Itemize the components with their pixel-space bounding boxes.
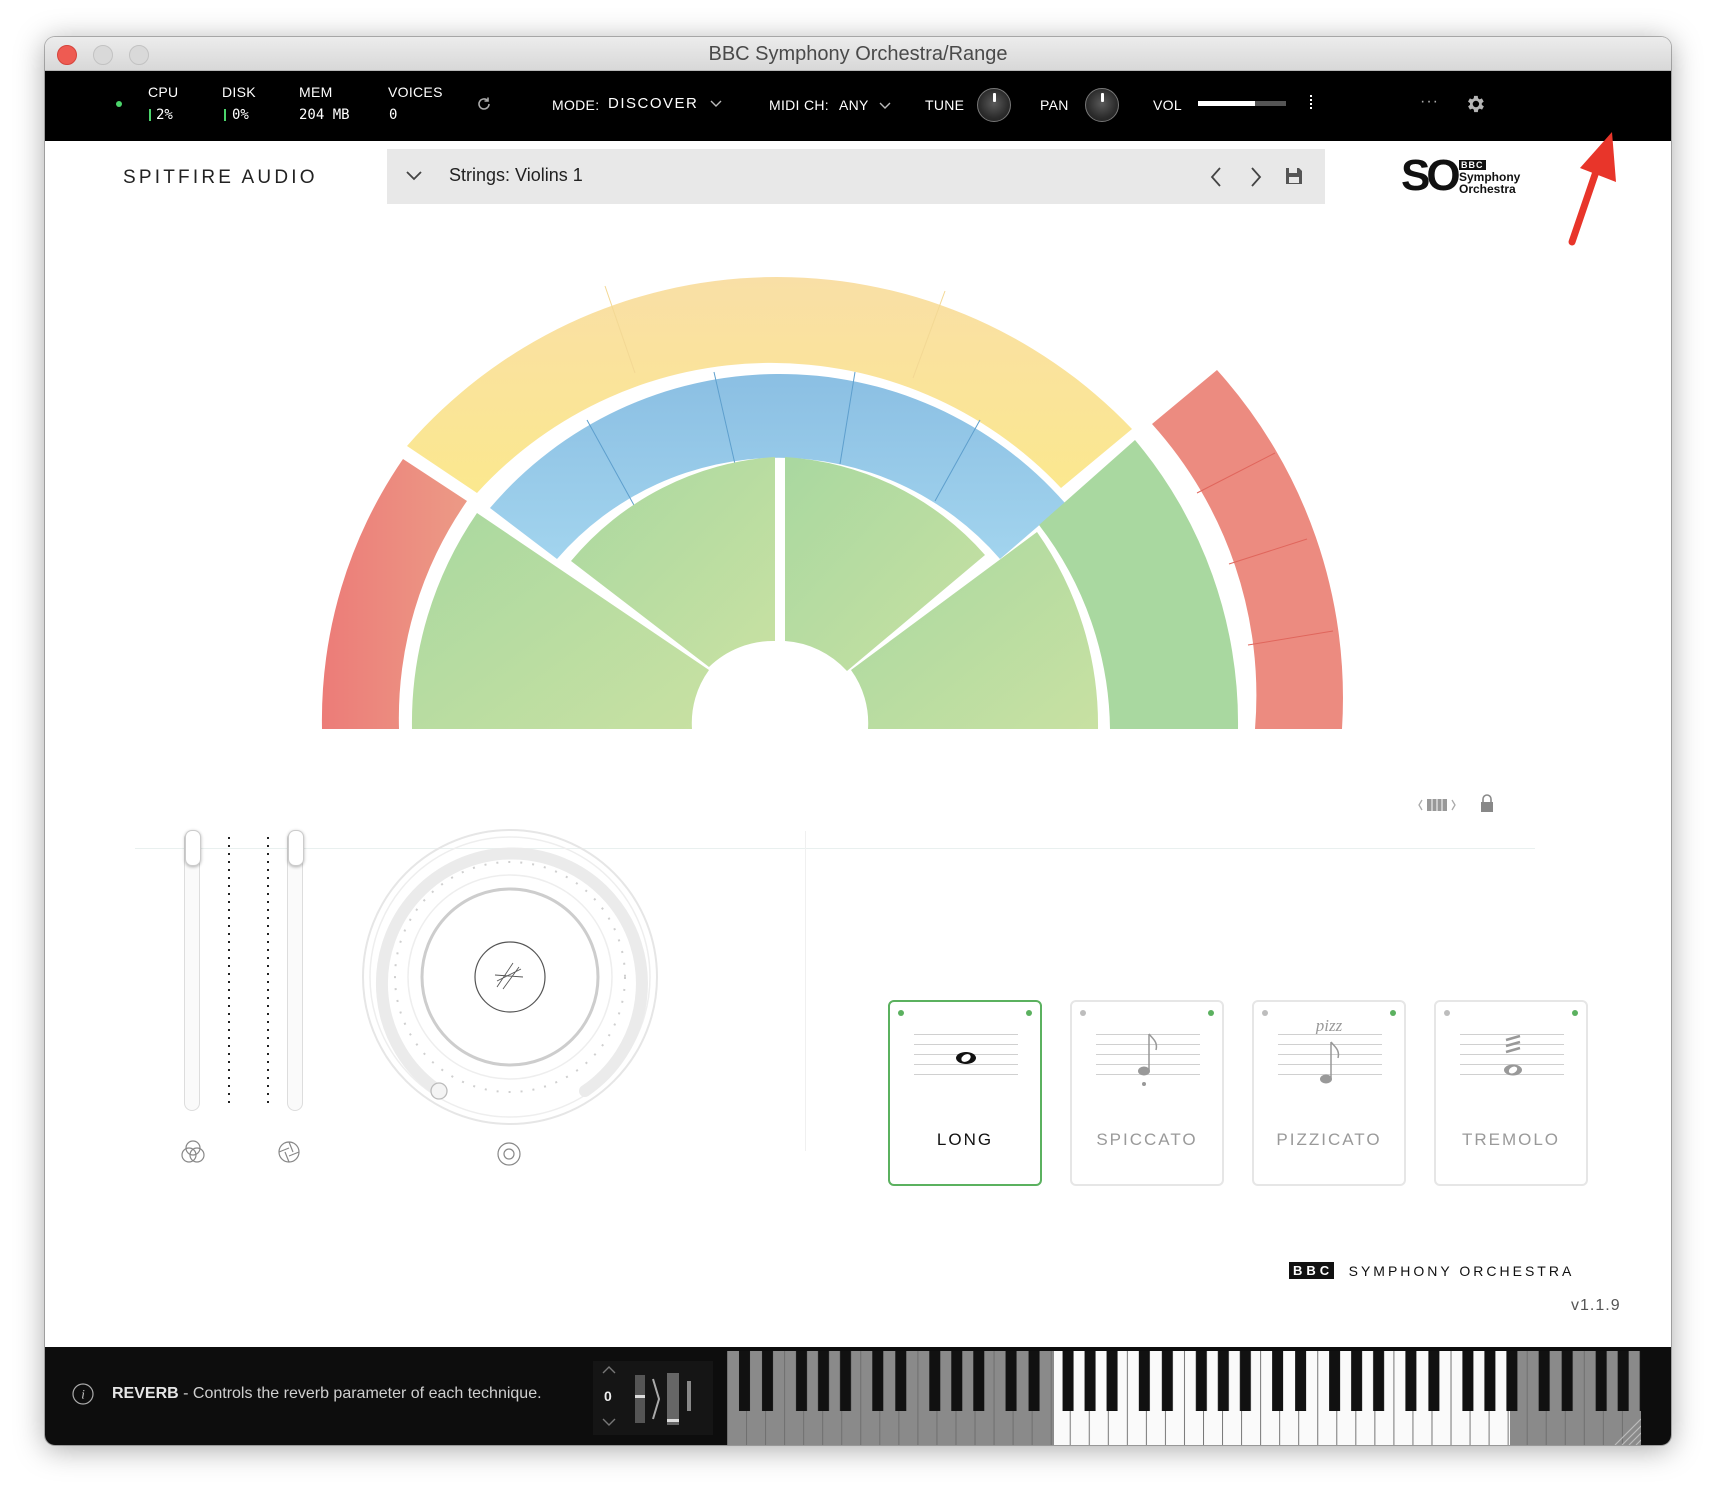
chevron-up-icon[interactable] bbox=[601, 1365, 617, 1375]
more-options-button[interactable]: ··· bbox=[1420, 93, 1439, 111]
transpose-control[interactable]: 0 bbox=[593, 1361, 713, 1435]
expression-fader[interactable] bbox=[184, 830, 201, 1111]
chevron-down-icon bbox=[710, 100, 722, 107]
plugin-window: BBC Symphony Orchestra/Range CPU 2% DISK… bbox=[45, 37, 1671, 1445]
articulation-spiccato[interactable]: SPICCATO bbox=[1070, 1000, 1224, 1186]
controls-divider bbox=[805, 831, 806, 1151]
chevron-down-icon[interactable] bbox=[601, 1417, 617, 1427]
cpu-value: 2% bbox=[156, 107, 173, 123]
version-text: v1.1.9 bbox=[1571, 1297, 1621, 1314]
volume-label: VOL bbox=[1153, 97, 1182, 113]
orchestra-seating-map[interactable] bbox=[45, 141, 1671, 861]
status-message: REVERB - Controls the reverb parameter o… bbox=[112, 1385, 542, 1403]
articulation-tremolo[interactable]: TREMOLO bbox=[1434, 1000, 1588, 1186]
tremolo-note-icon bbox=[1504, 1034, 1522, 1076]
pan-knob[interactable] bbox=[1085, 88, 1119, 122]
cpu-meter bbox=[149, 109, 151, 121]
fader-scale-left bbox=[228, 837, 230, 1109]
refresh-icon[interactable] bbox=[475, 95, 493, 113]
disk-meter bbox=[224, 109, 226, 121]
annotation-arrow bbox=[1568, 132, 1616, 246]
mix-circles-icon bbox=[181, 1140, 205, 1163]
articulation-long[interactable]: LONG bbox=[888, 1000, 1042, 1186]
pan-label: PAN bbox=[1040, 97, 1069, 113]
status-dot bbox=[898, 1010, 904, 1016]
chevron-down-icon bbox=[879, 102, 891, 109]
settings-gear-icon[interactable] bbox=[1464, 93, 1486, 115]
mode-dropdown[interactable]: DISCOVER bbox=[608, 91, 726, 121]
pizz-marking: pizz bbox=[1315, 1016, 1343, 1035]
top-toolbar: CPU 2% DISK 0% MEM 204 MB VOICES 0 MODE:… bbox=[45, 71, 1671, 141]
info-icon: i bbox=[72, 1383, 94, 1405]
status-dot bbox=[1026, 1010, 1032, 1016]
volume-slider[interactable] bbox=[1198, 101, 1286, 106]
mode-label: MODE: bbox=[552, 97, 600, 113]
status-title: REVERB bbox=[112, 1385, 179, 1402]
articulation-pizzicato[interactable]: pizz PIZZICATO bbox=[1252, 1000, 1406, 1186]
transpose-value: 0 bbox=[604, 1388, 612, 1404]
lock-icon[interactable] bbox=[1479, 793, 1495, 813]
articulation-label: PIZZICATO bbox=[1276, 1130, 1382, 1149]
disk-value: 0% bbox=[232, 107, 249, 123]
dynamics-fader[interactable] bbox=[287, 830, 304, 1111]
articulation-label: SPICCATO bbox=[1096, 1130, 1198, 1149]
fader-handle[interactable] bbox=[185, 830, 201, 866]
voices-value: 0 bbox=[389, 107, 398, 123]
plugin-main-panel: SPITFIRE AUDIO Strings: Violins 1 SO BBC… bbox=[45, 141, 1671, 1383]
bbc-symphony-brand: BBC SYMPHONY ORCHESTRA bbox=[1289, 1262, 1574, 1282]
fader-scale-right bbox=[267, 837, 269, 1109]
window-title: BBC Symphony Orchestra/Range bbox=[708, 43, 1008, 65]
fader-handle[interactable] bbox=[288, 830, 304, 866]
eighth-note-icon bbox=[1320, 1041, 1340, 1084]
disk-label: DISK bbox=[222, 84, 256, 100]
voices-label: VOICES bbox=[388, 84, 443, 100]
status-dot bbox=[1208, 1010, 1214, 1016]
articulation-label: LONG bbox=[936, 1130, 994, 1149]
midi-channel-value: ANY bbox=[839, 97, 869, 113]
tune-label: TUNE bbox=[925, 97, 965, 113]
midi-channel-label: MIDI CH: bbox=[769, 97, 829, 113]
mem-label: MEM bbox=[299, 84, 333, 100]
status-dot bbox=[1572, 1010, 1578, 1016]
bbc-symphony-text: SYMPHONY ORCHESTRA bbox=[1348, 1262, 1575, 1279]
status-indicator-icon bbox=[116, 101, 122, 107]
title-bar: BBC Symphony Orchestra/Range bbox=[45, 37, 1671, 71]
status-dot bbox=[1080, 1010, 1086, 1016]
status-text: - Controls the reverb parameter of each … bbox=[178, 1385, 542, 1402]
reverb-knob[interactable] bbox=[345, 827, 675, 1127]
mem-value: 204 MB bbox=[299, 107, 350, 123]
staccato-note-icon bbox=[1138, 1033, 1158, 1086]
status-dot bbox=[1444, 1010, 1450, 1016]
keyboard-range-icon[interactable] bbox=[1417, 795, 1457, 815]
tune-knob[interactable] bbox=[977, 88, 1011, 122]
whole-note-icon bbox=[956, 1052, 976, 1064]
cpu-label: CPU bbox=[148, 84, 179, 100]
target-icon bbox=[497, 1142, 521, 1166]
piano-keyboard[interactable] bbox=[727, 1351, 1641, 1445]
articulation-label: TREMOLO bbox=[1461, 1130, 1561, 1149]
svg-text:i: i bbox=[81, 1387, 85, 1402]
pitch-mod-wheels-icon[interactable] bbox=[633, 1369, 703, 1429]
footer-bar: i REVERB - Controls the reverb parameter… bbox=[45, 1347, 1671, 1445]
volume-meter bbox=[1310, 95, 1312, 109]
midi-channel-dropdown[interactable]: ANY bbox=[839, 91, 899, 121]
aperture-icon bbox=[278, 1141, 300, 1163]
bbc-blocks-logo: BBC bbox=[1289, 1262, 1335, 1280]
volume-slider-fill bbox=[1198, 101, 1256, 106]
mode-value: DISCOVER bbox=[608, 95, 699, 112]
